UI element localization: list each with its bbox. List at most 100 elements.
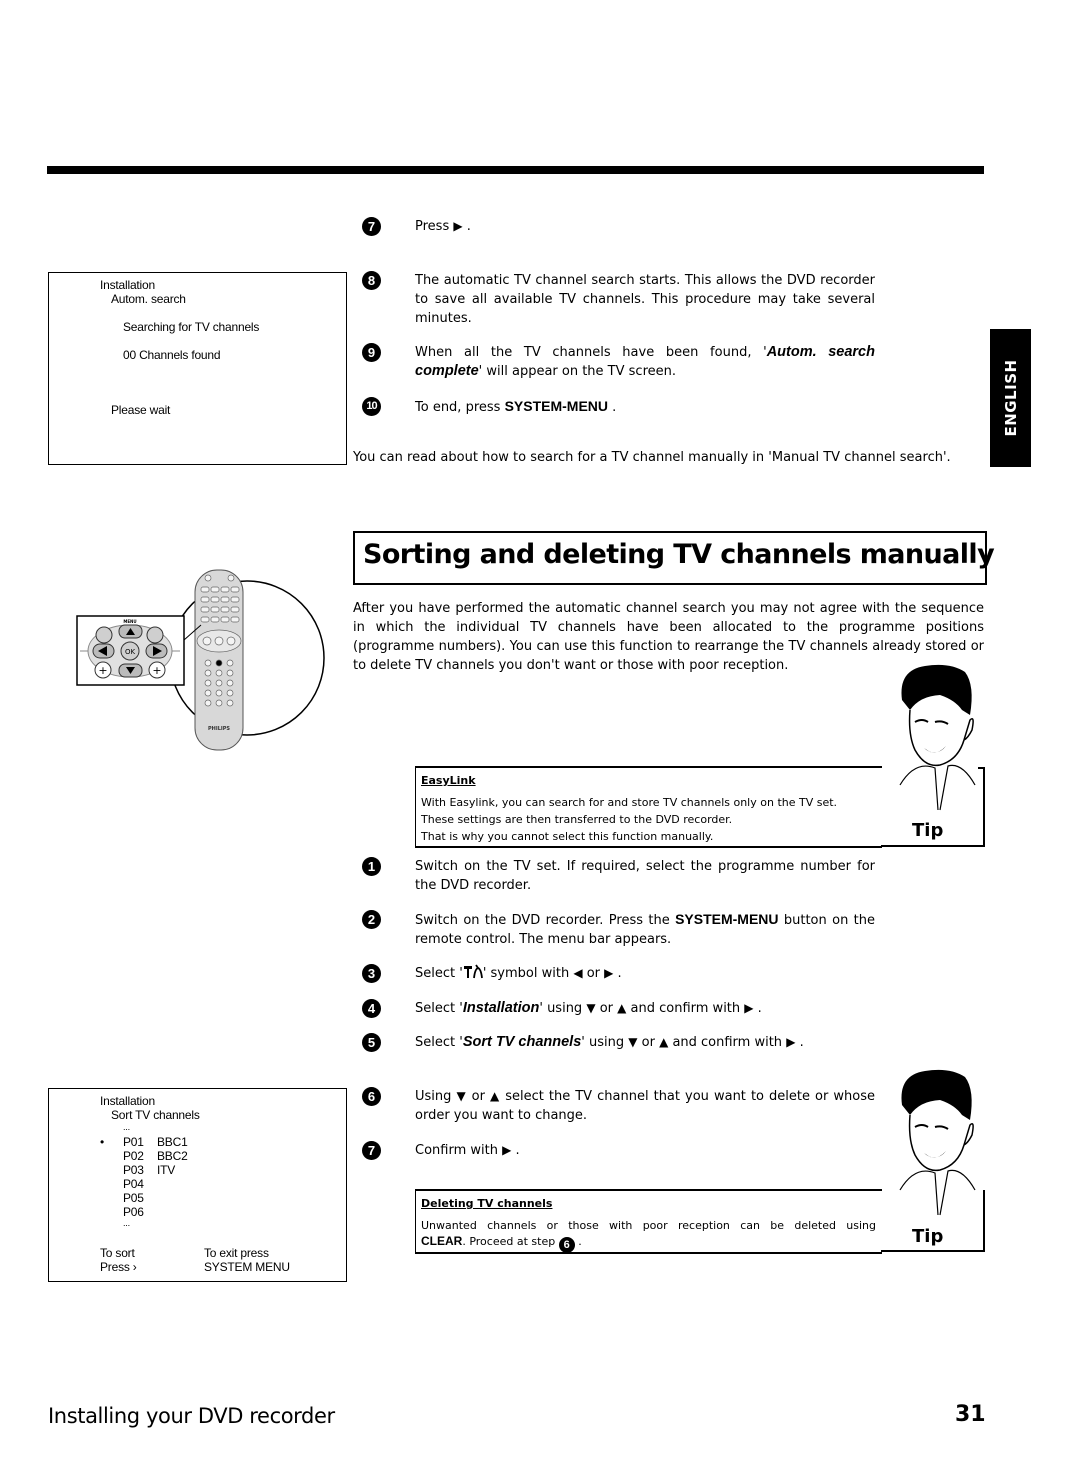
channel-name: BBC1	[157, 1135, 188, 1149]
step-text-part: and confirm with	[672, 1035, 783, 1050]
page-number: 31	[955, 1402, 986, 1427]
section-heading-box: Sorting and deleting TV channels manuall…	[353, 531, 995, 585]
tip-frame-corner	[978, 767, 984, 769]
step-bullet-3: 3	[362, 964, 381, 983]
step-text-part: Select '	[415, 1001, 463, 1016]
channel-position: P02	[123, 1149, 144, 1163]
step-10-text: To end, press SYSTEM-MENU .	[415, 397, 875, 417]
tip-box-deleting: Deleting TV channels Unwanted channels o…	[415, 1189, 882, 1254]
down-arrow-icon: ▼	[586, 1001, 596, 1015]
step-2-text: Switch on the DVD recorder. Press the SY…	[415, 910, 875, 949]
step-text-part: .	[757, 1001, 762, 1016]
step-text-part: Select '	[415, 1035, 463, 1050]
step-7b-text: Confirm with ▶ .	[415, 1141, 875, 1160]
tip-label: Tip	[912, 820, 944, 841]
osd-sort-hint: To sort	[100, 1246, 135, 1260]
section-heading: Sorting and deleting TV channels manuall…	[363, 539, 995, 570]
manual-search-note: You can read about how to search for a T…	[353, 450, 951, 465]
step-text-part: ' using	[539, 1001, 583, 1016]
step-text-part: or	[586, 966, 601, 981]
channel-name: BBC2	[157, 1149, 188, 1163]
step-text-part: .	[515, 1143, 520, 1158]
step-text-part: ' using	[581, 1035, 625, 1050]
up-arrow-icon: ▲	[490, 1089, 501, 1103]
step-5-text: Select 'Sort TV channels' using ▼ or ▲ a…	[415, 1033, 935, 1052]
step-ref-bullet: 6	[558, 1237, 575, 1253]
svg-text:+: +	[98, 664, 107, 677]
right-arrow-icon: ▶	[786, 1035, 796, 1049]
step-text-part: or	[641, 1035, 655, 1050]
channel-position: P05	[123, 1191, 144, 1205]
step-text-part: .	[612, 400, 617, 415]
step-7-text: Press ▶ .	[415, 217, 875, 236]
key-clear: CLEAR	[421, 1234, 463, 1248]
step-bullet-9: 9	[362, 343, 381, 362]
top-rule	[47, 166, 984, 174]
step-6-text: Using ▼ or ▲ select the TV channel that …	[415, 1087, 875, 1125]
osd-subtitle: Autom. search	[111, 292, 186, 306]
right-arrow-icon: ▶	[744, 1001, 754, 1015]
right-arrow-icon: ▶	[604, 966, 614, 980]
tip-line: With Easylink, you can search for and st…	[421, 796, 838, 809]
language-tab-label: ENGLISH	[1001, 359, 1020, 437]
remote-control-illustration: PHILIPS OK + + MENU	[76, 569, 325, 751]
osd-selection-marker: •	[100, 1135, 105, 1149]
step-text-part: ' symbol with	[482, 966, 570, 981]
tip-label: Tip	[912, 1226, 944, 1247]
remote-control-icon: PHILIPS	[194, 569, 244, 751]
menu-item-emphasis: Installation	[462, 1000, 540, 1016]
key-system-menu: SYSTEM-MENU	[675, 911, 779, 927]
svg-text:+: +	[152, 664, 161, 677]
tip-body: With Easylink, you can search for and st…	[421, 794, 881, 845]
footer-section-title: Installing your DVD recorder	[48, 1404, 335, 1428]
step-text-part: .	[799, 1035, 804, 1050]
step-text-part: Select '	[415, 966, 463, 981]
step-text-part: To end, press	[415, 400, 501, 415]
step-text-part: and confirm with	[630, 1001, 741, 1016]
osd-searching-text: Searching for TV channels	[123, 320, 260, 334]
step-bullet-4: 4	[362, 999, 381, 1018]
osd-ellipsis: ...	[123, 1122, 130, 1132]
osd-channels-found: 00 Channels found	[123, 348, 221, 362]
down-arrow-icon: ▼	[628, 1035, 638, 1049]
tip-body-line1: Unwanted channels or those with poor rec…	[421, 1219, 876, 1232]
step-4-text: Select 'Installation' using ▼ or ▲ and c…	[415, 999, 915, 1018]
step-3-text: Select ' ' symbol with ◀ or ▶ .	[415, 964, 875, 983]
osd-title: Installation	[100, 1094, 155, 1108]
step-bullet-1: 1	[362, 857, 381, 876]
osd-please-wait: Please wait	[111, 403, 171, 417]
tip-text-part: .	[578, 1235, 582, 1248]
ok-key-label: OK	[125, 648, 136, 656]
step-1-text: Switch on the TV set. If required, selec…	[415, 859, 875, 893]
step-text-part: Using	[415, 1089, 452, 1104]
tip-text-part: . Proceed at step	[462, 1235, 556, 1248]
step-bullet-6: 6	[362, 1087, 381, 1106]
channel-position: P03	[123, 1163, 144, 1177]
menu-key-label: MENU	[123, 619, 136, 624]
osd-ellipsis: ...	[123, 1218, 130, 1228]
menu-item-emphasis: Sort TV channels	[462, 1034, 582, 1050]
step-bullet-7: 7	[362, 217, 381, 236]
step-text-part: or	[471, 1089, 485, 1104]
step-text-part: When all the TV channels have been found…	[415, 345, 767, 360]
up-arrow-icon: ▲	[617, 1001, 627, 1015]
channel-position: P06	[123, 1205, 144, 1219]
installation-symbol-icon	[463, 964, 483, 979]
step-9-text: When all the TV channels have been found…	[415, 343, 875, 381]
osd-title: Installation	[100, 278, 155, 292]
tip-title: Deleting TV channels	[421, 1197, 553, 1210]
right-arrow-icon: ▶	[502, 1143, 512, 1157]
step-bullet-10: 10	[362, 397, 381, 416]
key-system-menu: SYSTEM-MENU	[504, 398, 609, 414]
osd-sort-hint-2: Press ›	[100, 1260, 137, 1274]
osd-subtitle: Sort TV channels	[111, 1108, 200, 1122]
tip-title: EasyLink	[421, 774, 476, 787]
channel-position: P01	[123, 1135, 144, 1149]
step-text-part: Press	[415, 219, 450, 234]
tip-line: These settings are then transferred to t…	[421, 813, 733, 826]
step-bullet-2: 2	[362, 910, 381, 929]
osd-exit-hint-2: SYSTEM MENU	[204, 1260, 290, 1274]
step-text-part: Confirm with	[415, 1143, 498, 1158]
step-bullet-5: 5	[362, 1033, 381, 1052]
step-text-part: .	[617, 966, 622, 981]
